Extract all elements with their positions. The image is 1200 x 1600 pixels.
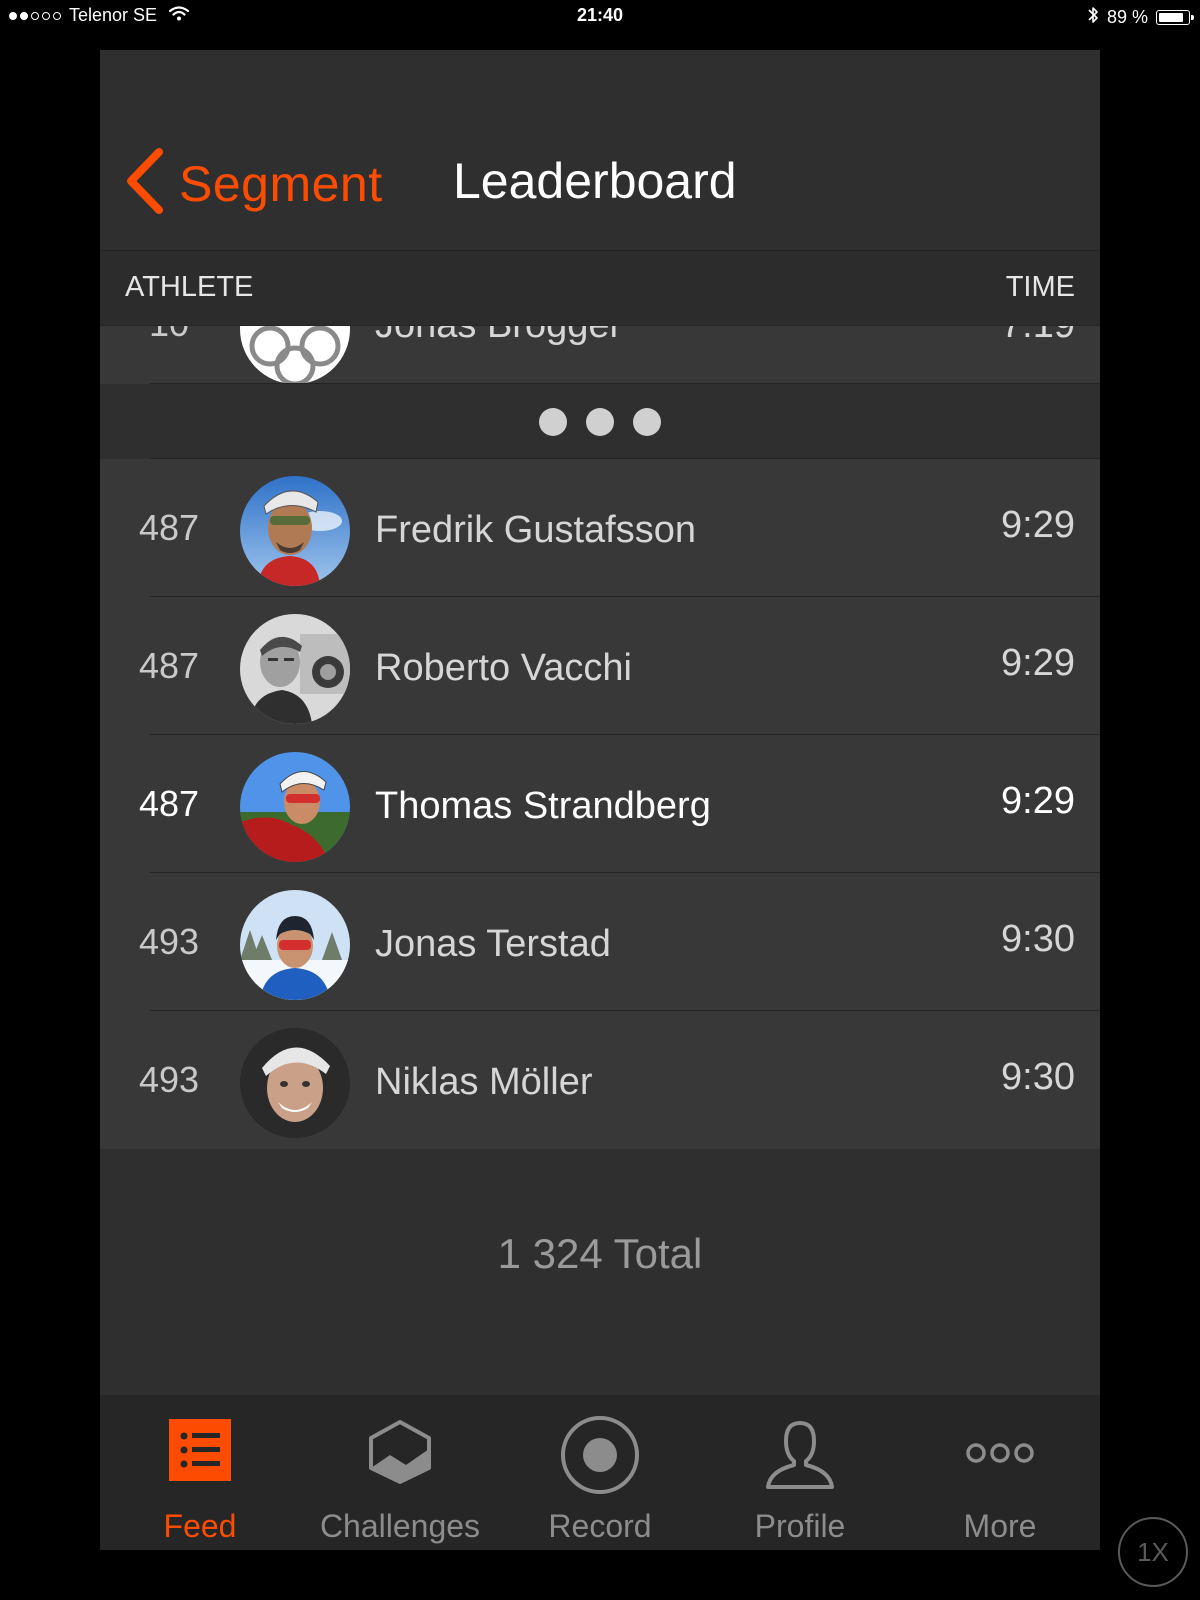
back-button[interactable]: Segment	[125, 148, 383, 219]
profile-icon	[764, 1419, 836, 1496]
tab-bar: Feed Challenges Record Profile More	[100, 1395, 1100, 1550]
athlete-column-label: ATHLETE	[125, 271, 254, 303]
leaderboard-list[interactable]: 10 Jonas Brogger 7:19	[100, 326, 1100, 1196]
time-column-label: TIME	[1005, 271, 1075, 303]
column-header: ATHLETE TIME	[100, 251, 1100, 326]
tab-label: Feed	[163, 1508, 237, 1544]
battery-percentage: 89 %	[1106, 7, 1148, 27]
athlete-name: Thomas Strandberg	[375, 785, 711, 827]
leaderboard-row[interactable]: 493 Jonas Terstad 9:30	[100, 873, 1100, 1011]
navigation-bar: Segment Leaderboard	[100, 50, 1100, 251]
rank-label: 493	[138, 921, 200, 962]
athlete-time: 7:19	[1001, 326, 1075, 344]
more-dots-icon	[964, 1419, 1036, 1494]
back-label: Segment	[179, 155, 383, 212]
rank-label: 487	[138, 507, 200, 548]
tab-label: Challenges	[319, 1508, 481, 1544]
status-right: 89 %	[1087, 5, 1194, 30]
status-bar: Telenor SE 21:40 89 %	[0, 0, 1200, 34]
total-count: 1 324 Total	[497, 1230, 703, 1277]
leaderboard-row-current-athlete[interactable]: 487 Thomas Strandberg 9:29	[100, 735, 1100, 873]
athlete-time: 9:29	[1001, 780, 1075, 822]
leaderboard-row[interactable]: 493 Niklas Möller 9:30	[100, 1011, 1100, 1149]
leaderboard-row[interactable]: 487 Fredrik Gustafsson 9:29	[100, 459, 1100, 597]
tab-profile[interactable]: Profile	[700, 1395, 900, 1550]
athlete-name: Jonas Brogger	[375, 326, 622, 344]
athlete-time: 9:29	[1001, 642, 1075, 684]
avatar	[240, 614, 350, 724]
rank-label: 487	[138, 783, 200, 824]
leaderboard-gap[interactable]	[100, 384, 1100, 459]
athlete-time: 9:29	[1001, 504, 1075, 546]
status-time: 21:40	[576, 5, 624, 25]
avatar	[240, 326, 350, 384]
rank-label: 10	[100, 326, 238, 366]
athlete-name: Jonas Terstad	[375, 923, 611, 965]
app-window: Segment Leaderboard ATHLETE TIME 10	[100, 50, 1100, 1550]
leaderboard-row-top[interactable]: 10 Jonas Brogger 7:19	[100, 326, 1100, 384]
chevron-left-icon	[125, 148, 165, 219]
challenges-icon	[368, 1419, 432, 1490]
battery-icon	[1156, 10, 1194, 25]
tab-label: Record	[548, 1508, 652, 1544]
athlete-time: 9:30	[1001, 1056, 1075, 1098]
rank-label: 493	[138, 1059, 200, 1100]
bluetooth-icon	[1087, 5, 1099, 30]
athlete-name: Fredrik Gustafsson	[375, 509, 696, 551]
battery-fill	[1159, 13, 1183, 22]
athlete-time: 9:30	[1001, 918, 1075, 960]
feed-list-icon	[169, 1419, 231, 1486]
device-screen: Telenor SE 21:40 89 % Segment Leaderboar…	[0, 0, 1200, 1600]
zoom-toggle-button[interactable]: 1X	[1118, 1517, 1188, 1587]
leaderboard-row[interactable]: 487 Roberto Vacchi 9:29	[100, 597, 1100, 735]
athlete-name: Roberto Vacchi	[375, 647, 632, 689]
avatar	[240, 890, 350, 1000]
tab-more[interactable]: More	[900, 1395, 1100, 1550]
record-icon	[560, 1416, 640, 1500]
more-dots-icon	[100, 384, 1100, 459]
rank-label: 487	[138, 645, 200, 686]
avatar	[240, 1028, 350, 1138]
avatar	[240, 476, 350, 586]
tab-feed[interactable]: Feed	[100, 1395, 300, 1550]
athlete-name: Niklas Möller	[375, 1061, 593, 1103]
avatar	[240, 752, 350, 862]
tab-label: Profile	[754, 1508, 846, 1544]
tab-label: More	[963, 1508, 1037, 1544]
tab-challenges[interactable]: Challenges	[300, 1395, 500, 1550]
page-title: Leaderboard	[453, 153, 737, 209]
tab-record[interactable]: Record	[500, 1395, 700, 1550]
